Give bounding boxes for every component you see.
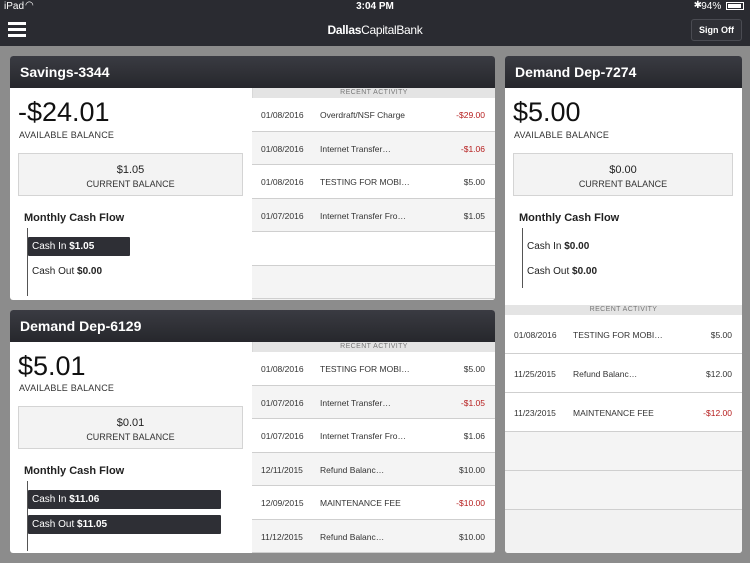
cash-out-bar: Cash Out $11.05: [28, 515, 221, 534]
available-balance-amount: -$24.01: [18, 97, 110, 127]
account-card-demand-dep-6129[interactable]: Demand Dep-6129 $5.01 AVAILABLE BALANCE …: [10, 310, 495, 553]
activity-row[interactable]: 11/23/2015 MAINTENANCE FEE -$12.00: [505, 393, 742, 432]
current-balance-label: CURRENT BALANCE: [86, 179, 175, 189]
recent-activity-header: RECENT ACTIVITY: [252, 342, 495, 352]
recent-activity-list: RECENT ACTIVITY 01/08/2016 Overdraft/NSF …: [252, 88, 495, 300]
activity-row[interactable]: 01/08/2016 TESTING FOR MOBI… $5.00: [252, 352, 495, 386]
current-balance-box: $1.05 CURRENT BALANCE: [18, 153, 243, 196]
available-balance-label: AVAILABLE BALANCE: [19, 383, 115, 393]
activity-row[interactable]: 01/08/2016 TESTING FOR MOBI… $5.00: [252, 165, 495, 199]
current-balance-box: $0.00 CURRENT BALANCE: [513, 153, 733, 196]
recent-activity-header: RECENT ACTIVITY: [252, 88, 495, 98]
account-card-savings-3344[interactable]: Savings-3344 -$24.01 AVAILABLE BALANCE $…: [10, 56, 495, 300]
cash-out-bar: Cash Out $0.00: [32, 266, 103, 277]
activity-row[interactable]: 01/07/2016 Internet Transfer Fro… $1.05: [252, 198, 495, 232]
current-balance-amount: $1.05: [116, 164, 145, 176]
status-bar: iPad ◠ 3:04 PM ✱ 94%: [0, 0, 750, 14]
account-title[interactable]: Demand Dep-7274: [505, 56, 742, 88]
available-balance-label: AVAILABLE BALANCE: [514, 130, 610, 140]
activity-row[interactable]: 01/07/2016 Internet Transfer… -$1.05: [252, 385, 495, 419]
activity-row-empty: [252, 232, 495, 266]
recent-activity-header: RECENT ACTIVITY: [505, 305, 742, 315]
monthly-cash-flow-title: Monthly Cash Flow: [519, 212, 620, 224]
activity-row[interactable]: 11/12/2015 Refund Balanc… $10.00: [252, 519, 495, 553]
sign-off-button[interactable]: Sign Off: [691, 19, 742, 41]
current-balance-label: CURRENT BALANCE: [86, 432, 175, 442]
current-balance-amount: $0.00: [609, 164, 637, 176]
current-balance-amount: $0.01: [116, 417, 145, 429]
cash-in-bar: Cash In $11.06: [28, 490, 221, 509]
activity-row[interactable]: 12/11/2015 Refund Balanc… $10.00: [252, 452, 495, 486]
current-balance-box: $0.01 CURRENT BALANCE: [18, 406, 243, 449]
recent-activity-list: RECENT ACTIVITY 01/08/2016 TESTING FOR MO…: [505, 305, 742, 553]
battery-icon: [726, 2, 744, 10]
available-balance-amount: $5.00: [513, 97, 581, 127]
cash-in-bar: Cash In $0.00: [527, 241, 590, 252]
activity-row[interactable]: 01/08/2016 Overdraft/NSF Charge -$29.00: [252, 98, 495, 132]
cash-in-bar: Cash In $1.05: [28, 237, 130, 256]
activity-row-empty: [505, 432, 742, 471]
monthly-cash-flow-title: Monthly Cash Flow: [24, 212, 125, 224]
bank-logo: DallasCapitalBank: [327, 23, 423, 37]
status-time: 3:04 PM: [356, 1, 394, 12]
account-title[interactable]: Savings-3344: [10, 56, 495, 88]
activity-row[interactable]: 01/08/2016 Internet Transfer… -$1.06: [252, 131, 495, 165]
activity-row[interactable]: 01/08/2016 TESTING FOR MOBI… $5.00: [505, 315, 742, 354]
activity-row[interactable]: 01/07/2016 Internet Transfer Fro… $1.06: [252, 419, 495, 453]
account-title[interactable]: Demand Dep-6129: [10, 310, 495, 342]
activity-row[interactable]: 12/09/2015 MAINTENANCE FEE -$10.00: [252, 486, 495, 520]
cash-out-bar: Cash Out $0.00: [527, 266, 598, 277]
activity-row[interactable]: 11/25/2015 Refund Balanc… $12.00: [505, 354, 742, 393]
recent-activity-list: RECENT ACTIVITY 01/08/2016 TESTING FOR MO…: [252, 342, 495, 553]
activity-row-empty: [252, 265, 495, 299]
monthly-cash-flow-title: Monthly Cash Flow: [24, 465, 125, 477]
account-card-demand-dep-7274[interactable]: Demand Dep-7274 $5.00 AVAILABLE BALANCE …: [505, 56, 742, 553]
battery-percent: 94%: [701, 1, 722, 12]
available-balance-amount: $5.01: [18, 351, 86, 381]
activity-row-empty: [505, 471, 742, 510]
available-balance-label: AVAILABLE BALANCE: [19, 130, 115, 140]
nav-bar: DallasCapitalBank Sign Off: [0, 14, 750, 46]
current-balance-label: CURRENT BALANCE: [578, 179, 668, 189]
battery-status: 94%: [701, 1, 744, 12]
